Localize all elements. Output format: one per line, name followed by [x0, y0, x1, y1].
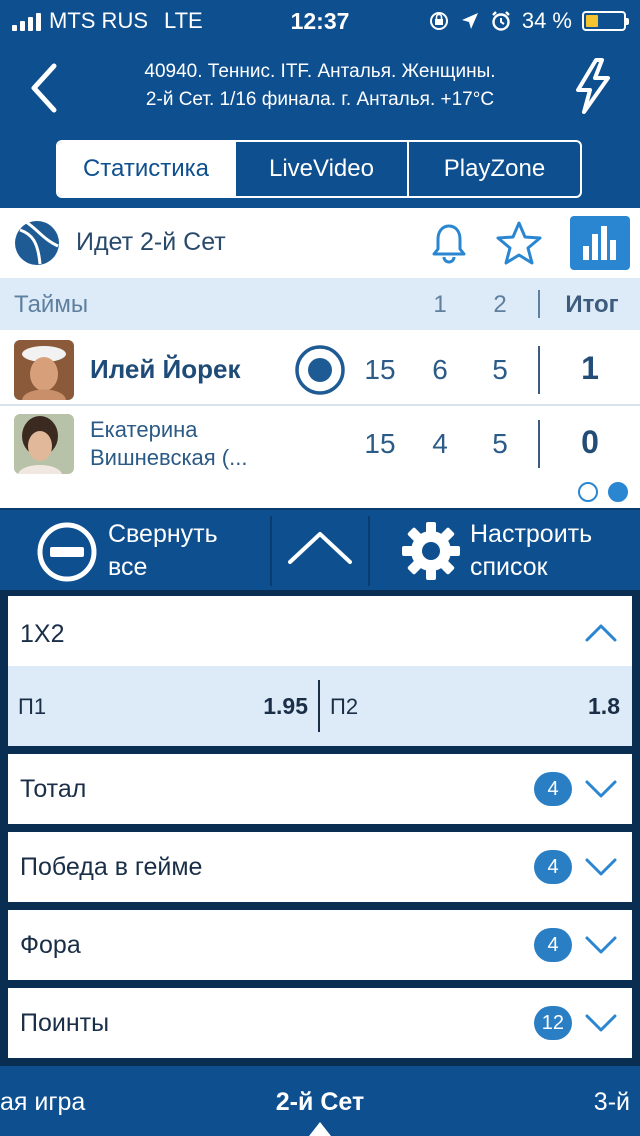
- tab-bar: Статистика LiveVideo PlayZone: [56, 140, 582, 198]
- market-game-win[interactable]: Победа в гейме 4: [8, 832, 632, 902]
- market-title: Фора: [20, 931, 81, 959]
- market-title: Победа в гейме: [20, 853, 203, 881]
- collapse-icon: [37, 522, 97, 582]
- player-row: Илей Йорек 15 6 5 1: [0, 332, 640, 406]
- divider: [538, 290, 540, 318]
- divider: [538, 346, 540, 394]
- odd-label: П2: [330, 694, 359, 719]
- player-name: Екатерина Вишневская (...: [90, 416, 247, 472]
- player-row: Екатерина Вишневская (... 15 4 5 0: [0, 406, 640, 480]
- chevron-down-icon[interactable]: [584, 856, 618, 878]
- tennis-ball-icon: [15, 220, 59, 265]
- divider: [538, 420, 540, 468]
- configure-list-label: Настроить список: [470, 518, 640, 584]
- player-set2: 5: [492, 428, 508, 459]
- odd-label: П1: [18, 694, 47, 719]
- configure-label-line1: Настроить: [470, 520, 593, 548]
- match-title: 40940. Теннис. ITF. Анталья. Женщины. 2-…: [90, 58, 550, 114]
- period-col-1: 1: [433, 291, 447, 318]
- location-icon: [461, 13, 478, 29]
- battery-percent: 34 %: [521, 8, 572, 33]
- total-label: Итог: [565, 291, 619, 318]
- odd-p1-button[interactable]: П1 1.95: [8, 666, 320, 746]
- back-button[interactable]: [22, 58, 72, 118]
- player-avatar: [14, 414, 74, 474]
- odd-p2-button[interactable]: П2 1.8: [320, 666, 632, 746]
- player-set2: 5: [492, 354, 508, 385]
- market-count-badge: 12: [533, 1006, 572, 1040]
- collapse-all-label: Свернуть все: [108, 518, 258, 584]
- period-tab-current[interactable]: 2-й Сет: [0, 1088, 640, 1117]
- odd-value: 1.8: [588, 693, 620, 719]
- status-bar: MTS RUS LTE 12:37 34 %: [0, 0, 640, 40]
- gear-icon: [402, 522, 460, 580]
- configure-list-button[interactable]: Настроить список: [370, 510, 640, 592]
- market-count-badge: 4: [534, 772, 572, 806]
- period-tab-next[interactable]: 3-й: [594, 1088, 630, 1117]
- player-game-points: 15: [364, 428, 396, 459]
- chevron-down-icon[interactable]: [584, 934, 618, 956]
- market-count-badge: 4: [534, 850, 572, 884]
- market-1x2: 1X2 П1 1.95 П2 1.8: [8, 596, 632, 746]
- market-points[interactable]: Поинты 12: [8, 988, 632, 1058]
- market-handicap[interactable]: Фора 4: [8, 910, 632, 980]
- period-tabs: ая игра 2-й Сет 3-й: [0, 1066, 640, 1136]
- match-status: Идет 2-й Сет: [76, 228, 226, 256]
- periods-label: Таймы: [14, 291, 89, 318]
- match-title-line1: 40940. Теннис. ITF. Анталья. Женщины.: [144, 61, 496, 82]
- page-dot-active[interactable]: [608, 482, 628, 502]
- tab-statistics[interactable]: Статистика: [58, 142, 234, 196]
- odds-row: П1 1.95 П2 1.8: [8, 666, 632, 746]
- star-icon[interactable]: [496, 220, 542, 266]
- bell-icon[interactable]: [428, 222, 470, 264]
- player-set1: 6: [432, 354, 448, 385]
- player-total: 0: [581, 424, 599, 460]
- rotation-lock-icon: [429, 12, 448, 30]
- market-title: Тотал: [20, 775, 87, 803]
- scroll-up-button[interactable]: [272, 510, 368, 592]
- chevron-down-icon[interactable]: [584, 1012, 618, 1034]
- collapse-label-line2: все: [108, 553, 148, 581]
- market-total[interactable]: Тотал 4: [8, 754, 632, 824]
- configure-label-line2: список: [470, 553, 548, 581]
- player-set1: 4: [432, 428, 448, 459]
- player-total: 1: [581, 350, 599, 386]
- collapse-all-button[interactable]: Свернуть все: [0, 510, 270, 592]
- serve-indicator-icon: [295, 345, 345, 395]
- player-name-line1: Екатерина: [90, 417, 198, 442]
- chevron-down-icon[interactable]: [584, 778, 618, 800]
- market-title[interactable]: 1X2: [20, 620, 64, 649]
- score-card: Идет 2-й Сет Таймы 1 2 Итог Илей Йорек 1…: [0, 208, 640, 508]
- period-col-2: 2: [493, 291, 507, 318]
- alarm-icon: [491, 11, 510, 31]
- match-title-line2: 2-й Сет. 1/16 финала. г. Анталья. +17°C: [145, 89, 495, 110]
- battery-icon: [582, 11, 629, 31]
- stats-button[interactable]: [570, 216, 630, 270]
- markets-list: 1X2 П1 1.95 П2 1.8 Тотал 4 Победа в гейм…: [0, 590, 640, 1066]
- markets-toolbar: Свернуть все Настроить список: [0, 508, 640, 590]
- active-tab-indicator: [309, 1122, 331, 1136]
- odd-value: 1.95: [263, 693, 308, 719]
- player-name-line2: Вишневская (...: [90, 445, 248, 470]
- market-title: Поинты: [20, 1009, 110, 1037]
- market-count-badge: 4: [534, 928, 572, 962]
- flash-icon[interactable]: [570, 56, 616, 116]
- tab-play-zone[interactable]: PlayZone: [407, 142, 580, 196]
- bar-chart-icon: [583, 226, 616, 260]
- chevron-up-icon[interactable]: [584, 622, 618, 644]
- player-game-points: 15: [364, 354, 396, 385]
- player-name: Илей Йорек: [90, 354, 241, 384]
- periods-header: Таймы 1 2 Итог: [0, 278, 640, 330]
- tab-live-video[interactable]: LiveVideo: [234, 142, 407, 196]
- collapse-label-line1: Свернуть: [108, 520, 218, 548]
- player-avatar: [14, 340, 74, 400]
- page-indicator: [578, 482, 628, 502]
- live-status-row: Идет 2-й Сет: [0, 208, 640, 278]
- header: 40940. Теннис. ITF. Анталья. Женщины. 2-…: [0, 40, 640, 208]
- page-dot[interactable]: [578, 482, 598, 502]
- status-right: 34 %: [428, 8, 629, 34]
